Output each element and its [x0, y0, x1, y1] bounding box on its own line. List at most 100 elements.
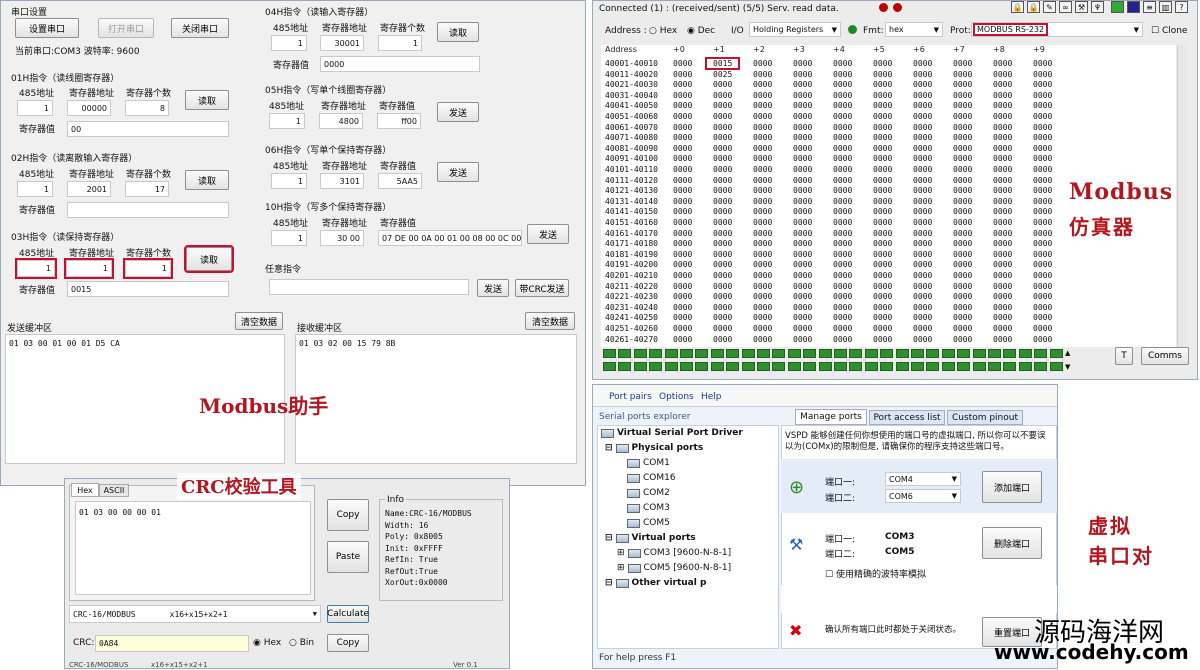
register-cell[interactable]: 0000 — [673, 250, 692, 259]
register-cell[interactable]: 0000 — [993, 59, 1012, 68]
register-cell[interactable]: 0000 — [833, 292, 852, 301]
register-cell[interactable]: 0000 — [993, 229, 1012, 238]
register-cell[interactable]: 0000 — [713, 229, 732, 238]
register-cell[interactable]: 0000 — [913, 80, 932, 89]
register-cell[interactable]: 0000 — [713, 335, 732, 344]
register-cell[interactable]: 0000 — [833, 70, 852, 79]
register-cell[interactable]: 0000 — [873, 239, 892, 248]
cmd04-addr-input[interactable]: 1 — [271, 35, 307, 51]
register-cell[interactable]: 0025 — [713, 70, 732, 79]
cmd04-read-button[interactable]: 读取 — [437, 22, 479, 42]
register-cell[interactable]: 0000 — [673, 186, 692, 195]
recv-buffer-area[interactable]: 01 03 02 00 15 79 8B — [295, 334, 577, 464]
register-cell[interactable]: 0000 — [953, 229, 972, 238]
register-cell[interactable]: 0000 — [793, 197, 812, 206]
radio-dec[interactable]: ◉ Dec — [687, 26, 715, 36]
tree-vport[interactable]: ⊞ COM3 [9600-N-8-1] — [617, 548, 731, 558]
register-cell[interactable]: 0000 — [793, 229, 812, 238]
register-cell[interactable]: 0000 — [673, 271, 692, 280]
register-cell[interactable]: 0000 — [913, 91, 932, 100]
link-icon[interactable]: ∞ — [1059, 1, 1072, 13]
menu-port-pairs[interactable]: Port pairs — [609, 392, 652, 402]
register-cell[interactable]: 0000 — [713, 207, 732, 216]
register-cell[interactable]: 0000 — [713, 324, 732, 333]
register-cell[interactable]: 0000 — [793, 154, 812, 163]
register-cell[interactable]: 0000 — [873, 154, 892, 163]
register-cell[interactable]: 0000 — [1033, 165, 1052, 174]
register-cell[interactable]: 0000 — [913, 218, 932, 227]
open-port-button[interactable]: 打开串口 — [98, 18, 154, 38]
register-cell[interactable]: 0000 — [673, 101, 692, 110]
cmd10-send-button[interactable]: 发送 — [527, 224, 569, 244]
register-cell[interactable]: 0000 — [873, 80, 892, 89]
register-cell[interactable]: 0000 — [1033, 250, 1052, 259]
columns-icon[interactable]: ▥ — [1159, 1, 1172, 13]
register-cell[interactable]: 0000 — [873, 133, 892, 142]
register-cell[interactable]: 0000 — [873, 101, 892, 110]
register-cell[interactable]: 0000 — [713, 197, 732, 206]
cmd04-cnt-input[interactable]: 1 — [378, 35, 422, 51]
calculate-button[interactable]: Calculate — [327, 605, 369, 623]
register-cell[interactable]: 0000 — [713, 250, 732, 259]
register-cell[interactable]: 0000 — [793, 335, 812, 344]
register-cell[interactable]: 0000 — [753, 80, 772, 89]
register-cell[interactable]: 0000 — [753, 144, 772, 153]
register-cell[interactable]: 0000 — [873, 313, 892, 322]
register-cell[interactable]: 0000 — [793, 144, 812, 153]
register-cell[interactable]: 0000 — [1033, 91, 1052, 100]
clone-checkbox[interactable]: ☐ Clone — [1151, 26, 1187, 36]
register-cell[interactable]: 0000 — [833, 197, 852, 206]
register-cell[interactable]: 0000 — [713, 165, 732, 174]
register-cell[interactable]: 0000 — [673, 59, 692, 68]
register-cell[interactable]: 0000 — [873, 218, 892, 227]
register-cell[interactable]: 0000 — [993, 154, 1012, 163]
register-cell[interactable]: 0000 — [833, 165, 852, 174]
register-cell[interactable]: 0000 — [753, 70, 772, 79]
register-cell[interactable]: 0000 — [953, 282, 972, 291]
port2-select[interactable]: COM6 ▼ — [885, 489, 961, 503]
register-cell[interactable]: 0000 — [793, 303, 812, 312]
register-cell[interactable]: 0000 — [913, 335, 932, 344]
register-cell[interactable]: 0000 — [753, 218, 772, 227]
register-cell[interactable]: 0000 — [793, 59, 812, 68]
register-cell[interactable]: 0000 — [953, 144, 972, 153]
register-cell[interactable]: 0000 — [993, 112, 1012, 121]
register-cell[interactable]: 0000 — [873, 271, 892, 280]
register-cell[interactable]: 0000 — [953, 218, 972, 227]
register-cell[interactable]: 0000 — [793, 282, 812, 291]
register-cell[interactable]: 0000 — [873, 70, 892, 79]
register-cell[interactable]: 0015 — [704, 57, 741, 70]
register-cell[interactable]: 0000 — [1033, 303, 1052, 312]
register-cell[interactable]: 0000 — [913, 313, 932, 322]
send-buffer-clear-button[interactable]: 清空数据 — [235, 312, 283, 330]
register-cell[interactable]: 0000 — [1033, 70, 1052, 79]
register-cell[interactable]: 0000 — [713, 80, 732, 89]
display-icon[interactable] — [1111, 1, 1124, 13]
register-cell[interactable]: 0000 — [953, 271, 972, 280]
register-cell[interactable]: 0000 — [953, 335, 972, 344]
register-cell[interactable]: 0000 — [913, 250, 932, 259]
register-cell[interactable]: 0000 — [993, 186, 1012, 195]
register-cell[interactable]: 0000 — [913, 186, 932, 195]
register-cell[interactable]: 0000 — [833, 250, 852, 259]
signal-icon[interactable]: ♆ — [1091, 1, 1104, 13]
register-cell[interactable]: 0000 — [713, 144, 732, 153]
register-cell[interactable]: 0000 — [993, 80, 1012, 89]
register-cell[interactable]: 0000 — [753, 229, 772, 238]
register-cell[interactable]: 0000 — [833, 91, 852, 100]
register-cell[interactable]: 0000 — [953, 303, 972, 312]
cmd01-reg-input[interactable]: 00000 — [67, 100, 111, 116]
register-cell[interactable]: 0000 — [873, 176, 892, 185]
register-cell[interactable]: 0000 — [993, 207, 1012, 216]
register-cell[interactable]: 0000 — [913, 197, 932, 206]
register-cell[interactable]: 0000 — [833, 101, 852, 110]
cmd05-val-input[interactable]: ff00 — [377, 113, 421, 129]
register-cell[interactable]: 0000 — [673, 324, 692, 333]
register-cell[interactable]: 0000 — [713, 313, 732, 322]
register-cell[interactable]: 0000 — [753, 335, 772, 344]
register-cell[interactable]: 0000 — [913, 112, 932, 121]
recv-buffer-clear-button[interactable]: 清空数据 — [525, 312, 575, 330]
crc-input-area[interactable]: 01 03 00 00 00 01 — [75, 501, 311, 595]
register-cell[interactable]: 0000 — [953, 59, 972, 68]
register-cell[interactable]: 0000 — [673, 197, 692, 206]
